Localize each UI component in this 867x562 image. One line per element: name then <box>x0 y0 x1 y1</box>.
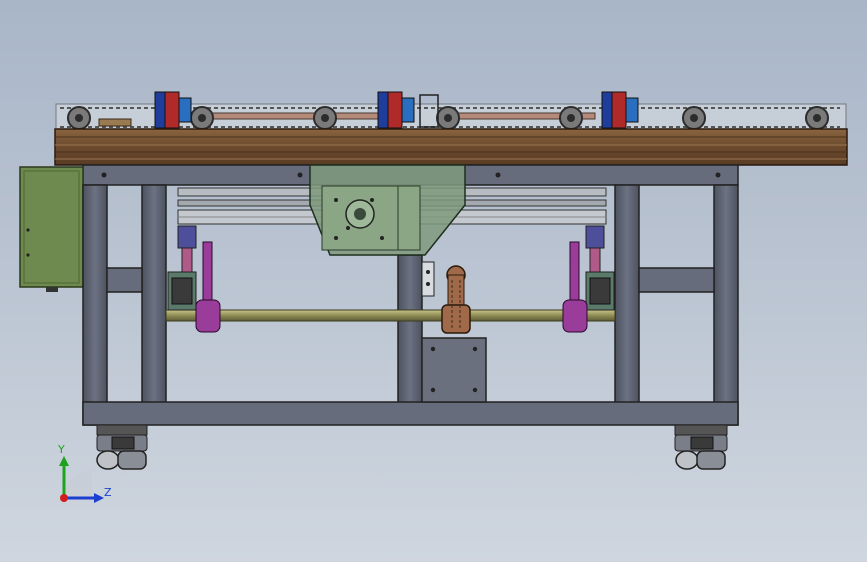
sprocket <box>190 106 214 130</box>
caster-left <box>96 424 148 470</box>
center-chain-drive <box>421 261 471 334</box>
sprocket <box>559 106 583 130</box>
y-axis-label: Y <box>57 443 65 456</box>
cad-viewport[interactable]: Y Z <box>0 0 867 562</box>
conveyor-assembly-drawing: Y Z <box>19 91 848 503</box>
control-box <box>19 166 84 292</box>
axis-origin <box>60 494 68 502</box>
motor-base <box>421 337 487 403</box>
sprocket <box>313 106 337 130</box>
caster-right <box>674 424 728 470</box>
gearbox-housing <box>309 164 466 256</box>
z-axis-label: Z <box>104 486 112 499</box>
sprocket <box>805 106 829 130</box>
wooden-deck <box>54 128 848 166</box>
sprocket <box>436 106 460 130</box>
sprocket <box>682 106 706 130</box>
sprocket <box>67 106 91 130</box>
drive-shaft <box>165 309 616 322</box>
